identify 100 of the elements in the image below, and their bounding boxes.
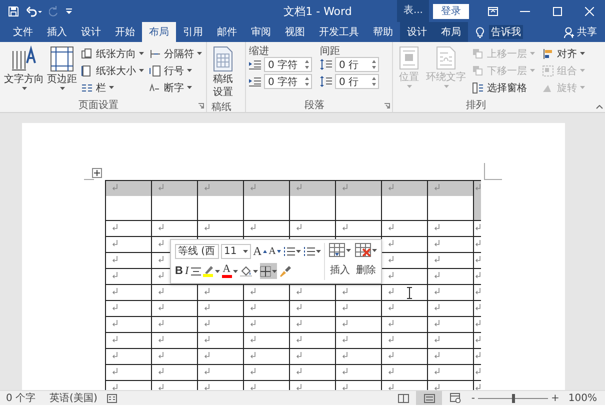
ribbon-button[interactable]: 行号 bbox=[147, 63, 204, 78]
ribbon-tab[interactable]: 开发工具 bbox=[312, 22, 366, 42]
ribbon-tab[interactable]: 插入 bbox=[40, 22, 74, 42]
ribbon-button[interactable]: 文字方向 bbox=[3, 44, 45, 98]
save-icon[interactable] bbox=[8, 6, 19, 16]
dialog-launcher-icon[interactable] bbox=[198, 103, 204, 109]
view-button[interactable] bbox=[416, 391, 442, 405]
bold-button[interactable]: B bbox=[175, 263, 183, 279]
spinner-icon[interactable] bbox=[305, 60, 309, 69]
ribbon-tab[interactable]: 审阅 bbox=[244, 22, 278, 42]
cell-end-mark-icon bbox=[204, 224, 210, 231]
ribbon-button[interactable]: 栏 bbox=[79, 80, 146, 95]
ribbon-tab[interactable]: 视图 bbox=[278, 22, 312, 42]
caret-icon bbox=[187, 86, 192, 89]
group-icon bbox=[542, 64, 554, 76]
grow-font-button[interactable]: A bbox=[253, 243, 267, 259]
font-color-button[interactable]: A bbox=[222, 263, 238, 279]
ribbon-button[interactable]: 纸张方向 bbox=[79, 46, 146, 61]
spinner-icon[interactable] bbox=[372, 60, 376, 69]
ribbon-button[interactable]: 稿纸 设置 bbox=[210, 44, 236, 100]
shrink-font-button[interactable]: A bbox=[268, 243, 281, 259]
collapse-ribbon-icon[interactable] bbox=[596, 105, 603, 109]
cell-end-mark-icon bbox=[158, 240, 164, 247]
word-count[interactable]: 0 个字 bbox=[0, 391, 36, 405]
spacing-field[interactable]: 0 行 bbox=[335, 57, 379, 72]
cell-end-mark-icon bbox=[204, 320, 210, 327]
cell-end-mark-icon bbox=[112, 256, 118, 263]
spacing-field[interactable]: 0 行 bbox=[335, 74, 379, 89]
macro-icon[interactable] bbox=[107, 393, 118, 403]
zoom-level[interactable]: 100% bbox=[562, 392, 605, 404]
caret-icon bbox=[296, 250, 301, 252]
window-title: 文档1 - Word bbox=[282, 4, 353, 18]
columns-icon bbox=[81, 82, 93, 94]
ribbon-tab[interactable]: 邮件 bbox=[210, 22, 244, 42]
format-painter-button[interactable] bbox=[278, 263, 291, 279]
ribbon-button[interactable]: 对齐 bbox=[540, 46, 587, 61]
ribbon-tab[interactable]: 设计 bbox=[74, 22, 108, 42]
text-direction-icon bbox=[10, 45, 38, 73]
down-caret-icon bbox=[276, 250, 281, 252]
cell-end-mark-icon bbox=[204, 352, 210, 359]
break-icon bbox=[149, 48, 161, 60]
delete-table-button[interactable]: 删除 bbox=[354, 243, 377, 280]
cell-end-mark-icon bbox=[204, 288, 210, 295]
ribbon-button[interactable]: 断字 bbox=[147, 80, 204, 95]
spinner-icon[interactable] bbox=[305, 77, 309, 86]
tell-me-field[interactable]: 告诉我 bbox=[489, 25, 523, 39]
cell-end-mark-icon bbox=[342, 224, 348, 231]
italic-button[interactable]: I bbox=[184, 263, 189, 279]
caret-icon bbox=[346, 248, 351, 252]
font-name-field[interactable]: 等线 (西 bbox=[175, 244, 219, 258]
table-move-handle-icon[interactable] bbox=[92, 168, 102, 178]
cell-end-mark-icon bbox=[475, 304, 481, 311]
undo-icon[interactable] bbox=[26, 6, 42, 16]
ribbon-tab[interactable]: 文件 bbox=[6, 22, 40, 42]
cell-end-mark-icon bbox=[158, 352, 164, 359]
cell-end-mark-icon bbox=[112, 384, 118, 390]
cell-end-mark-icon bbox=[434, 368, 440, 375]
ribbon-tab[interactable]: 设计 bbox=[400, 22, 434, 42]
ribbon-button[interactable]: 选择窗格 bbox=[470, 80, 537, 95]
ribbon-tab[interactable]: 布局 bbox=[434, 22, 468, 42]
caret-icon bbox=[316, 250, 321, 252]
cell-end-mark-icon bbox=[204, 336, 210, 343]
cell-end-mark-icon bbox=[158, 336, 164, 343]
cell-end-mark-icon bbox=[475, 224, 481, 231]
insert-table-button[interactable]: 插入 bbox=[328, 243, 351, 280]
zoom-slider-thumb[interactable] bbox=[512, 394, 516, 402]
spinner-icon[interactable] bbox=[372, 77, 376, 86]
cell-end-mark-icon bbox=[296, 352, 302, 359]
ribbon-button[interactable]: 纸张大小 bbox=[79, 63, 146, 78]
ribbon-tab[interactable]: 引用 bbox=[176, 22, 210, 42]
cell-end-mark-icon bbox=[475, 320, 481, 327]
ribbon-button[interactable]: 分隔符 bbox=[147, 46, 204, 61]
cell-end-mark-icon bbox=[388, 336, 394, 343]
language-label[interactable]: 英语(美国) bbox=[36, 391, 108, 405]
indent-field[interactable]: 0 字符 bbox=[264, 57, 312, 72]
borders-button[interactable] bbox=[260, 263, 277, 279]
cell-end-mark-icon bbox=[158, 320, 164, 327]
zoom-in-button[interactable]: + bbox=[548, 392, 562, 404]
ribbon-tab[interactable]: 布局 bbox=[142, 22, 176, 42]
font-size-field[interactable]: 11 bbox=[221, 244, 251, 258]
delete-table-icon bbox=[354, 243, 371, 257]
indent-field[interactable]: 0 字符 bbox=[264, 74, 312, 89]
highlight-button[interactable] bbox=[202, 263, 220, 279]
dialog-launcher-icon[interactable] bbox=[384, 103, 390, 109]
cell-end-mark-icon bbox=[388, 184, 394, 191]
cell-end-mark-icon bbox=[388, 320, 394, 327]
cell-end-mark-icon bbox=[342, 336, 348, 343]
customize-icon[interactable] bbox=[66, 8, 72, 14]
cell-end-mark-icon bbox=[475, 336, 481, 343]
ribbon-button[interactable]: 页边距 bbox=[46, 44, 78, 98]
sign-in-button[interactable]: 登录 bbox=[433, 4, 469, 18]
caret-icon bbox=[60, 87, 64, 90]
paintbrush-icon bbox=[278, 265, 291, 277]
cell-end-mark-icon bbox=[112, 352, 118, 359]
ribbon-tab[interactable]: 帮助 bbox=[366, 22, 400, 42]
cell-end-mark-icon bbox=[296, 384, 302, 390]
zoom-out-button[interactable]: - bbox=[468, 392, 478, 404]
page-layout-icon bbox=[424, 394, 435, 402]
ribbon-tab[interactable]: 开始 bbox=[108, 22, 142, 42]
share-button[interactable]: 共享 bbox=[564, 22, 605, 42]
